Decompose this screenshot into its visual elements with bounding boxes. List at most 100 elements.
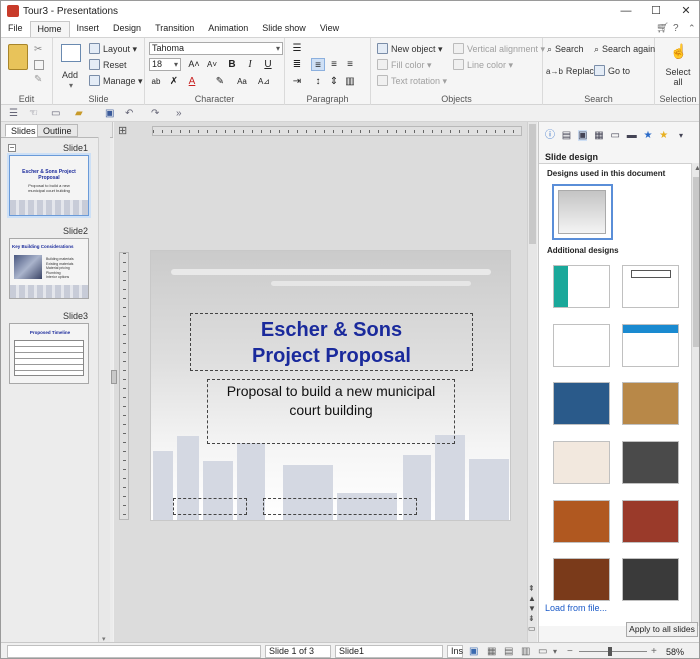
tab-transition[interactable]: Transition [148,21,201,37]
design-thumb-white[interactable] [553,324,610,367]
presentation-view-icon[interactable]: ▭ [538,646,547,657]
notes-view-icon[interactable]: ▤ [504,646,513,657]
cart-icon[interactable]: 🛒︎ [656,23,669,34]
effects-icon[interactable]: ★ [644,130,653,141]
shrink-font-icon[interactable]: A˅ [205,58,219,71]
vertical-ruler[interactable] [119,252,129,520]
handout-view-icon[interactable]: ▥ [521,646,530,657]
text-rotation-button[interactable]: Text rotation ▾ [377,75,447,87]
zoom-slider-thumb[interactable] [608,647,612,656]
design-thumb-red[interactable] [622,500,679,543]
tab-animation[interactable]: Animation [201,21,255,37]
design-thumb-brown[interactable] [553,558,610,601]
design-thumb-gold[interactable] [622,382,679,425]
load-from-file-link[interactable]: Load from file... [545,603,612,613]
clear-format-icon[interactable]: ✗ [167,75,181,88]
media-icon[interactable]: ▬ [627,130,637,141]
strikethrough-icon[interactable]: ✎ [213,75,227,88]
grow-font-icon[interactable]: A˄ [187,58,201,71]
apply-to-all-slides-button[interactable]: Apply to all slides [626,622,698,637]
zoom-slider-track[interactable] [579,651,647,652]
layout-icon[interactable]: ▭ [610,130,619,141]
collapse-icon[interactable]: − [8,144,16,152]
designs-scrollbar[interactable]: ▲ [691,163,699,626]
scrollbar-thumb[interactable] [529,124,536,244]
title-placeholder[interactable]: Escher & Sons Project Proposal [190,313,473,371]
fill-color-button[interactable]: Fill color ▾ [377,59,432,71]
normal-view-icon[interactable]: ▣ [469,646,478,657]
line-color-button[interactable]: Line color ▾ [453,59,513,71]
font-select[interactable]: Tahoma [149,42,283,55]
new-document-icon[interactable]: ▭ [51,108,60,119]
design-thumb-rust[interactable] [553,500,610,543]
cut-icon[interactable]: ✂ [34,44,42,55]
reset-button[interactable]: Reset [89,59,127,71]
tab-design[interactable]: Design [106,21,148,37]
crosshair-icon[interactable]: ⊞ [118,124,127,137]
slide-design-icon[interactable]: ▣ [578,130,588,141]
more-tools-icon[interactable]: » [176,108,182,119]
zoom-out-icon[interactable]: − [567,646,573,657]
subtitle-placeholder[interactable]: Proposal to build a new municipal court … [207,379,455,444]
design-thumb-current[interactable] [552,184,613,240]
minimize-button[interactable]: — [611,1,641,21]
undo-icon[interactable]: ↶ [125,108,133,119]
close-button[interactable]: ✕ [671,1,699,21]
search-button[interactable]: ⌕ Search [547,43,584,55]
zoom-level[interactable]: 58% [666,647,684,657]
numbering-icon[interactable]: ≣ [290,58,304,71]
slide2-thumbnail[interactable]: Key Building Considerations Building mat… [9,238,89,299]
copy-icon[interactable] [34,60,44,70]
align-center-icon[interactable]: ≡ [327,58,341,71]
slides-scrollbar[interactable]: ▾ [98,137,110,643]
layout-button[interactable]: Layout ▾ [89,43,137,55]
paragraph-spacing-icon[interactable]: ⇕ [327,75,341,88]
bullets-icon[interactable]: ☰ [290,42,304,55]
align-left-icon[interactable]: ≡ [311,58,325,71]
left-splitter-handle[interactable] [111,370,117,384]
scrollbar-thumb[interactable] [693,177,699,347]
insert-mode[interactable]: Ins [447,645,463,658]
tab-file[interactable]: File [1,21,30,37]
pointer-tool-icon[interactable]: ☜ [29,108,38,119]
align-right-icon[interactable]: ≡ [343,58,357,71]
editor-scrollbar[interactable]: ⇞ ▲ ▼ ⇟ ▭ [527,122,537,642]
add-slide-icon[interactable] [61,44,81,62]
vertical-alignment-button[interactable]: Vertical alignment ▾ [453,43,545,55]
tab-slide-show[interactable]: Slide show [255,21,313,37]
add-chevron-icon[interactable]: ▾ [69,80,73,92]
go-to-button[interactable]: Go to [594,65,630,77]
save-icon[interactable]: ▣ [105,108,114,119]
slide1-thumbnail[interactable]: Escher & Sons Project Proposal Proposal … [7,153,91,218]
help-icon[interactable]: ? [673,23,679,34]
slide3-thumbnail[interactable]: Proposed Timeline [9,323,89,384]
color-scheme-icon[interactable]: ▦ [594,130,603,141]
text-effects-icon[interactable]: A⊿ [257,75,271,88]
new-object-button[interactable]: New object ▾ [377,43,443,55]
scroll-up-icon[interactable]: ▲ [694,165,699,172]
design-thumb-teal[interactable] [553,265,610,308]
sidebar-menu-icon[interactable]: ▾ [679,131,683,140]
select-all-icon[interactable]: ☝ [670,43,687,60]
tab-outline[interactable]: Outline [37,124,78,137]
underline-icon[interactable]: U [261,58,275,71]
design-thumb-cream[interactable] [553,441,610,484]
columns-icon[interactable]: ▥ [343,75,357,88]
maximize-button[interactable]: ☐ [641,1,671,21]
redo-icon[interactable]: ↷ [151,108,159,119]
design-thumb-dark[interactable] [622,441,679,484]
slide-sorter-icon[interactable]: ▦ [487,646,496,657]
replace-button[interactable]: a→b Replace [546,65,599,78]
change-case-icon[interactable]: Aa [235,75,249,88]
format-painter-icon[interactable]: ✎ [34,74,42,85]
properties-icon[interactable]: ▤ [562,130,571,141]
design-thumb-navy[interactable] [553,382,610,425]
collapse-ribbon-icon[interactable]: ⌃ [688,23,696,34]
design-thumb-charcoal[interactable] [622,558,679,601]
font-size-select[interactable]: 18 [149,58,181,71]
open-folder-icon[interactable]: ▰ [75,108,83,119]
view-options-icon[interactable]: ▾ [553,647,557,656]
superscript-icon[interactable]: ab [149,75,163,88]
tab-insert[interactable]: Insert [70,21,107,37]
slide-nav-icons[interactable]: ⇞ ▲ ▼ ⇟ ▭ [528,584,536,634]
